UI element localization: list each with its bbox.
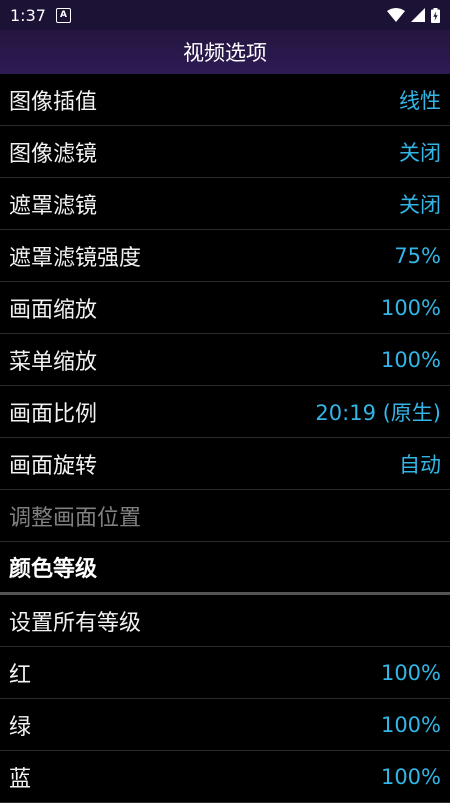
- setting-screen-rotation[interactable]: 画面旋转 自动: [0, 438, 450, 490]
- setting-adjust-position: 调整画面位置: [0, 490, 450, 542]
- setting-blue-level[interactable]: 蓝 100%: [0, 751, 450, 803]
- setting-label: 画面旋转: [9, 453, 98, 479]
- setting-value: 关闭: [399, 140, 441, 165]
- setting-image-filter[interactable]: 图像滤镜 关闭: [0, 126, 450, 178]
- title-bar: 视频选项: [0, 30, 450, 74]
- setting-menu-scale[interactable]: 菜单缩放 100%: [0, 334, 450, 386]
- setting-value: 线性: [399, 88, 441, 113]
- setting-value: 75%: [394, 243, 441, 268]
- battery-charging-icon: [431, 7, 440, 23]
- setting-value: 100%: [380, 660, 441, 685]
- setting-value: 关闭: [399, 192, 441, 217]
- setting-value: 100%: [380, 764, 441, 789]
- setting-label: 画面缩放: [9, 297, 98, 323]
- setting-label: 调整画面位置: [9, 505, 142, 531]
- setting-green-level[interactable]: 绿 100%: [0, 699, 450, 751]
- status-bar: 1:37 A: [0, 0, 450, 30]
- setting-label: 图像插值: [9, 89, 98, 115]
- setting-label: 红: [9, 662, 32, 688]
- settings-list: 图像插值 线性 图像滤镜 关闭 遮罩滤镜 关闭 遮罩滤镜强度 75% 画面缩放 …: [0, 74, 450, 803]
- setting-value: 自动: [399, 452, 441, 477]
- section-title: 颜色等级: [9, 557, 98, 582]
- setting-label: 遮罩滤镜: [9, 193, 98, 219]
- setting-mask-filter-strength[interactable]: 遮罩滤镜强度 75%: [0, 230, 450, 282]
- notification-badge-icon: A: [55, 7, 71, 23]
- setting-label: 绿: [9, 714, 32, 740]
- wifi-icon: [387, 8, 405, 22]
- setting-value: 100%: [380, 295, 441, 320]
- setting-value: 20:19 (原生): [315, 400, 441, 425]
- setting-label: 蓝: [9, 766, 32, 792]
- setting-label: 菜单缩放: [9, 349, 98, 375]
- signal-icon: [411, 8, 425, 22]
- setting-value: 100%: [380, 347, 441, 372]
- setting-label: 画面比例: [9, 401, 98, 427]
- setting-label: 设置所有等级: [9, 610, 142, 636]
- setting-set-all-levels[interactable]: 设置所有等级: [0, 595, 450, 647]
- setting-label: 遮罩滤镜强度: [9, 245, 142, 271]
- setting-mask-filter[interactable]: 遮罩滤镜 关闭: [0, 178, 450, 230]
- status-time: 1:37: [10, 5, 46, 25]
- status-icons: [387, 7, 440, 23]
- setting-image-interpolation[interactable]: 图像插值 线性: [0, 74, 450, 126]
- setting-red-level[interactable]: 红 100%: [0, 647, 450, 699]
- setting-screen-scale[interactable]: 画面缩放 100%: [0, 282, 450, 334]
- setting-value: 100%: [380, 712, 441, 737]
- page-title: 视频选项: [183, 41, 267, 65]
- setting-label: 图像滤镜: [9, 141, 98, 167]
- section-header-color-levels: 颜色等级: [0, 542, 450, 595]
- setting-aspect-ratio[interactable]: 画面比例 20:19 (原生): [0, 386, 450, 438]
